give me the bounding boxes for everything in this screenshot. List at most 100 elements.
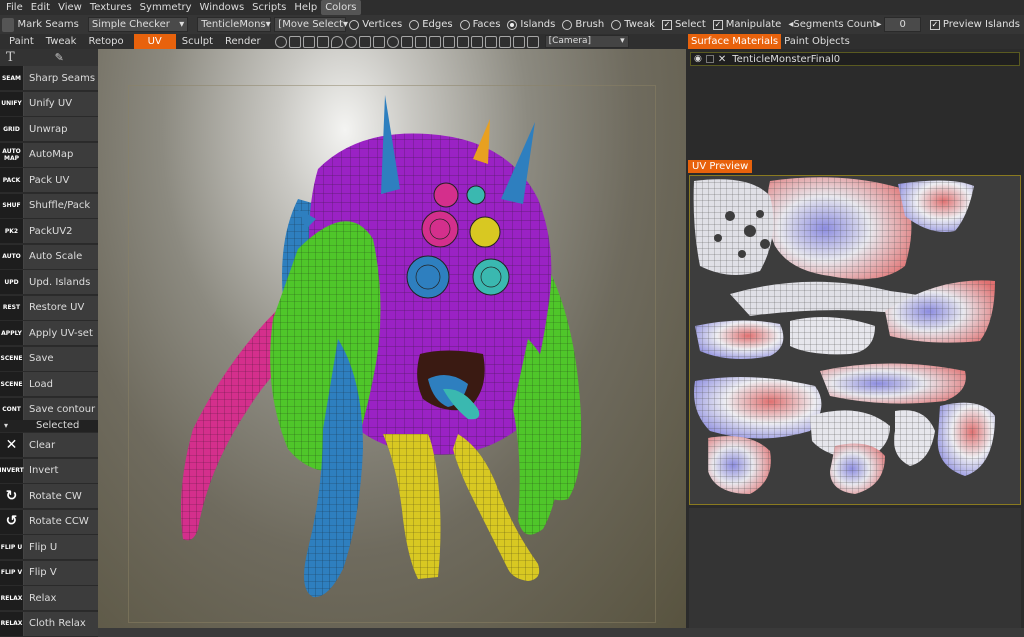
manipulate-checkbox[interactable]: ✓ Manipulate	[712, 19, 781, 30]
close-icon[interactable]: ✕	[718, 54, 726, 65]
relax-button[interactable]: RELAX Relax	[0, 586, 98, 611]
3d-viewport[interactable]	[98, 49, 686, 628]
unwrap-button[interactable]: GRID Unwrap	[0, 117, 98, 142]
menu-windows[interactable]: Windows	[196, 0, 249, 15]
eye-icon[interactable]: ◉	[694, 54, 702, 64]
axis-icon[interactable]	[484, 35, 497, 48]
chevron-down-icon: ▾	[343, 19, 349, 30]
islands-option[interactable]: Islands	[507, 19, 555, 30]
select-checkbox[interactable]: ✓ Select	[661, 19, 706, 30]
drop-icon[interactable]	[330, 35, 343, 48]
invert-button[interactable]: INVERT Invert	[0, 458, 98, 484]
zoom-icon[interactable]	[386, 35, 399, 48]
automap-button[interactable]: AUTO MAP AutoMap	[0, 142, 98, 168]
move-icon[interactable]	[372, 35, 385, 48]
gizmo-icon[interactable]	[498, 35, 511, 48]
menu-help[interactable]: Help	[290, 0, 321, 15]
restore-uv-button[interactable]: REST Restore UV	[0, 295, 98, 321]
tool-label: Mark Seams	[17, 19, 79, 30]
tab-uv[interactable]: UV	[133, 34, 176, 49]
mode-combo[interactable]: [Move Select ▾	[274, 17, 349, 32]
preview-islands-checkbox[interactable]: ✓ Preview Islands	[929, 19, 1020, 30]
flip-u-button[interactable]: FLIP U Flip U	[0, 535, 98, 560]
frame-icon[interactable]	[302, 35, 315, 48]
auto-scale-button[interactable]: AUTO Auto Scale	[0, 244, 98, 270]
packuv2-button[interactable]: PK2 PackUV2	[0, 219, 98, 244]
selected-section-header[interactable]: ▾ Selected	[0, 420, 98, 432]
cube-icon[interactable]	[456, 35, 469, 48]
lock-icon[interactable]	[705, 55, 714, 63]
view-icon[interactable]	[428, 35, 441, 48]
rotate-ccw-button[interactable]: ↺ Rotate CCW	[0, 509, 98, 535]
tab-paint[interactable]: Paint	[0, 34, 40, 49]
packuv2-label: PackUV2	[29, 225, 73, 237]
text-tool-icon[interactable]: T	[6, 50, 15, 65]
tab-surface-materials[interactable]: Surface Materials	[688, 34, 782, 49]
tab-render[interactable]: Render	[219, 34, 267, 49]
rotate-cw-button[interactable]: ↻ Rotate CW	[0, 484, 98, 509]
tab-tweak[interactable]: Tweak	[40, 34, 83, 49]
camera-combo[interactable]: [Camera] ▾	[544, 35, 629, 48]
menu-edit[interactable]: Edit	[27, 0, 54, 15]
clear-button[interactable]: ✕ Clear	[0, 433, 98, 458]
triangle-icon[interactable]	[316, 35, 329, 48]
tab-paint-objects[interactable]: Paint Objects	[781, 34, 853, 49]
monster-model	[180, 95, 582, 598]
unify-uv-icon: UNIFY	[0, 91, 24, 116]
shading-icon[interactable]	[274, 35, 287, 48]
pencil-icon[interactable]: ✎	[55, 51, 64, 64]
right-tabs-bar: Surface Materials Paint Objects	[686, 34, 1024, 49]
tab-sculpt[interactable]: Sculpt	[176, 34, 219, 49]
load-icon: SCENE	[0, 372, 24, 396]
mark-seams-icon[interactable]	[2, 17, 15, 32]
image-icon[interactable]	[526, 35, 539, 48]
uv-island-body	[693, 177, 912, 280]
lighting-icon[interactable]	[288, 35, 301, 48]
segments-count-input[interactable]: 0	[884, 17, 921, 32]
cloth-relax-button[interactable]: RELAX Cloth Relax	[0, 611, 98, 637]
upd-islands-button[interactable]: UPD Upd. Islands	[0, 270, 98, 295]
apply-uv-set-button[interactable]: APPLY Apply UV-set	[0, 321, 98, 346]
vertices-option[interactable]: Vertices	[349, 19, 402, 30]
pack-uv-button[interactable]: PACK Pack UV	[0, 168, 98, 193]
menu-scripts[interactable]: Scripts	[248, 0, 290, 15]
brush-option[interactable]: Brush	[562, 19, 604, 30]
fit-icon[interactable]	[400, 35, 413, 48]
object-combo-value: TenticleMons	[201, 19, 266, 30]
tweak-label: Tweak	[624, 19, 655, 30]
faces-option[interactable]: Faces	[459, 19, 500, 30]
uv-preview-header[interactable]: UV Preview	[688, 160, 753, 173]
menu-textures[interactable]: Textures	[86, 0, 136, 15]
unify-uv-button[interactable]: UNIFY Unify UV	[0, 91, 98, 117]
relax-icon: RELAX	[0, 586, 24, 610]
segments-count-label[interactable]: ◂Segments Count▸	[788, 19, 881, 30]
flip-v-button[interactable]: FLIP V Flip V	[0, 560, 98, 586]
radio-icon	[349, 19, 360, 30]
tab-retopo[interactable]: Retopo	[82, 34, 129, 49]
menu-symmetry[interactable]: Symmetry	[136, 0, 196, 15]
save-contour-button[interactable]: CONT Save contour	[0, 397, 98, 423]
edges-option[interactable]: Edges	[409, 19, 453, 30]
rotate-icon[interactable]	[344, 35, 357, 48]
sharp-seams-button[interactable]: SEAM Sharp Seams	[0, 66, 98, 91]
material-row[interactable]: ◉ ✕ TenticleMonsterFinal0	[690, 52, 1020, 66]
grid-icon[interactable]	[470, 35, 483, 48]
shuffle-pack-button[interactable]: SHUF Shuffle/Pack	[0, 193, 98, 219]
home-icon[interactable]	[442, 35, 455, 48]
automap-label: AutoMap	[29, 149, 74, 160]
menu-view[interactable]: View	[54, 0, 86, 15]
tweak-option[interactable]: Tweak	[611, 19, 655, 30]
checker-combo[interactable]: Simple Checker ▾	[87, 17, 189, 32]
uv-preview-canvas[interactable]	[689, 175, 1021, 505]
pan-icon[interactable]	[358, 35, 371, 48]
unify-uv-label: Unify UV	[29, 98, 73, 109]
menu-colors[interactable]: Colors	[321, 0, 361, 15]
save-button[interactable]: SCENE Save	[0, 346, 98, 372]
cloth-relax-icon: RELAX	[0, 611, 24, 636]
menu-file[interactable]: File	[2, 0, 27, 15]
expand-icon[interactable]	[414, 35, 427, 48]
object-combo[interactable]: TenticleMons ▾	[197, 17, 272, 32]
box-icon[interactable]	[512, 35, 525, 48]
rotate-ccw-icon: ↺	[0, 509, 24, 534]
load-button[interactable]: SCENE Load	[0, 372, 98, 397]
